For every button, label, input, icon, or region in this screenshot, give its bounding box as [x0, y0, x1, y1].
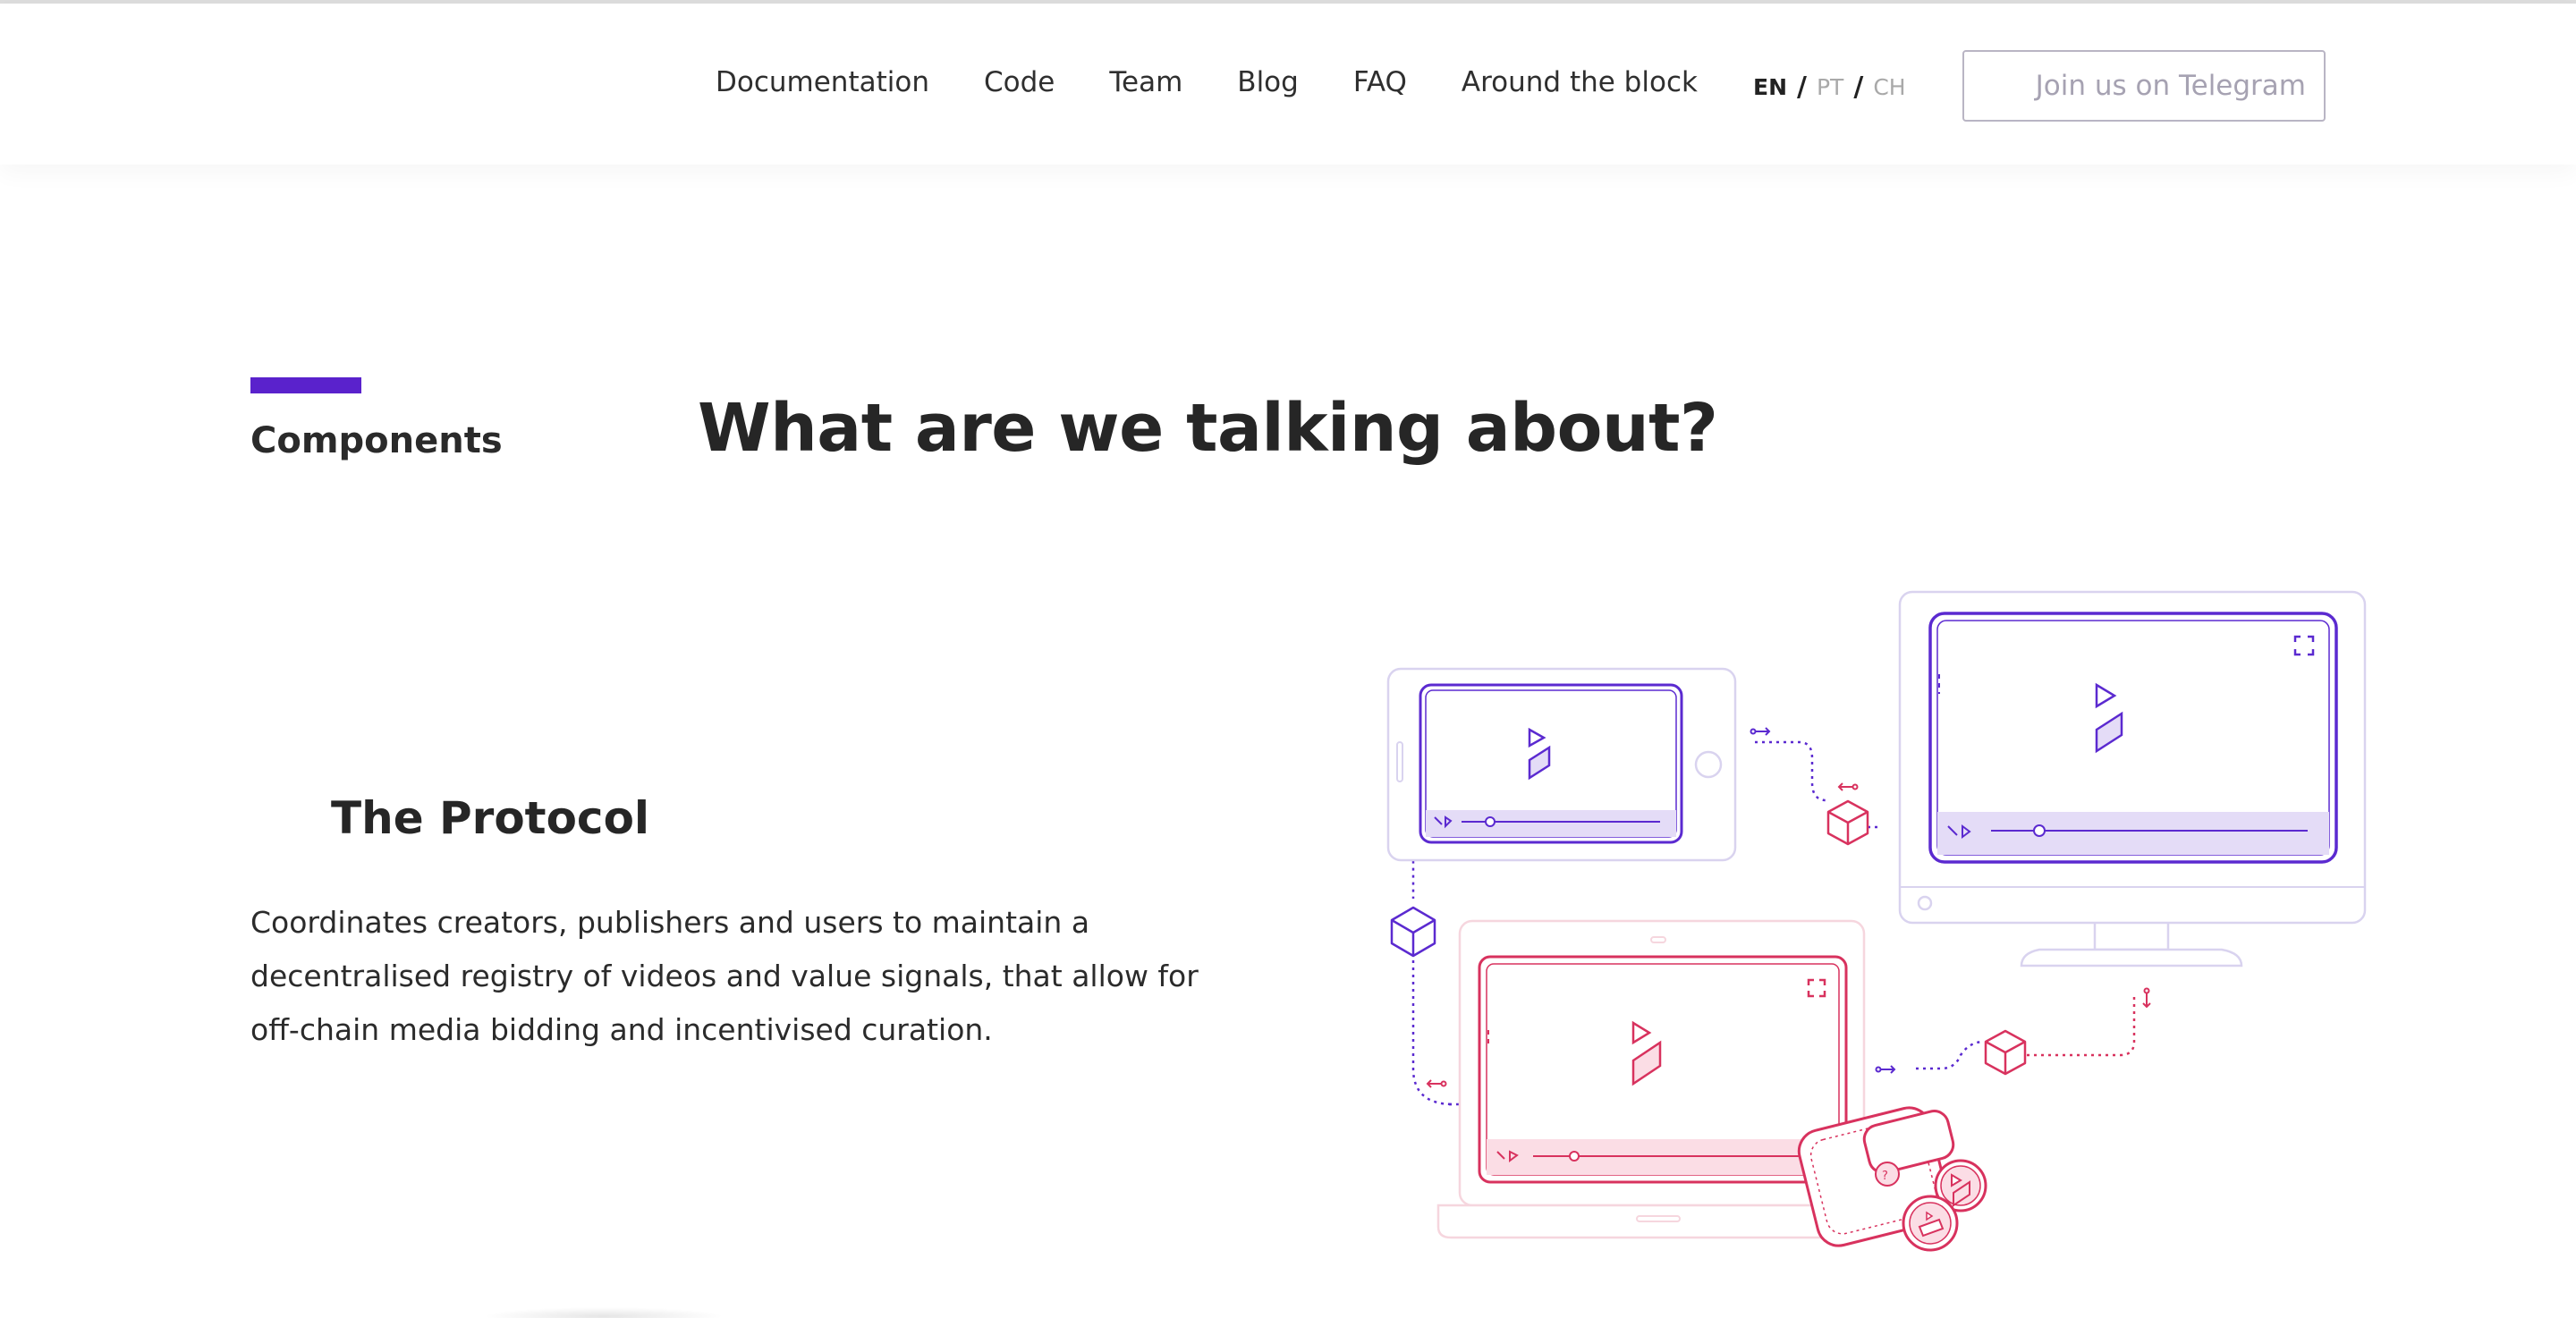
arrow-icon — [1426, 1079, 1447, 1088]
nav-documentation[interactable]: Documentation — [716, 66, 929, 98]
monitor-device — [1898, 590, 2367, 967]
site-header: Documentation Code Team Blog FAQ Around … — [0, 4, 2576, 165]
cube-icon — [1826, 799, 1869, 846]
lang-separator: / — [1853, 72, 1864, 103]
arrow-icon — [1875, 1065, 1896, 1074]
cube-icon — [1984, 1029, 2027, 1076]
lang-en[interactable]: EN — [1753, 74, 1787, 100]
arrow-icon — [1837, 782, 1859, 791]
arrow-icon — [2142, 987, 2151, 1009]
section-title: What are we talking about? — [698, 390, 1718, 467]
nav-team[interactable]: Team — [1109, 66, 1182, 98]
nav-blog[interactable]: Blog — [1237, 66, 1299, 98]
telegram-button[interactable]: Join us on Telegram — [1962, 50, 2326, 122]
section-label: Components — [250, 420, 503, 461]
cube-icon — [1390, 906, 1436, 958]
nav-around-the-block[interactable]: Around the block — [1462, 66, 1698, 98]
protocol-description: Coordinates creators, publishers and use… — [250, 905, 1199, 1047]
lang-separator: / — [1797, 72, 1807, 103]
nav-faq[interactable]: FAQ — [1353, 66, 1407, 98]
phone-device — [1386, 667, 1737, 862]
arrow-icon — [1750, 727, 1771, 736]
protocol-title: The Protocol — [331, 792, 650, 844]
language-switcher: EN / PT / CH — [1753, 72, 1906, 103]
nav-code[interactable]: Code — [984, 66, 1055, 98]
svg-text:?: ? — [1882, 1170, 1888, 1183]
section-accent-bar — [250, 377, 361, 393]
main-nav: Documentation Code Team Blog FAQ Around … — [716, 66, 1752, 98]
bottom-shadow — [483, 1307, 724, 1318]
lang-pt[interactable]: PT — [1817, 74, 1843, 100]
devices-illustration: ? — [1386, 590, 2367, 1252]
lang-ch[interactable]: CH — [1873, 74, 1905, 100]
